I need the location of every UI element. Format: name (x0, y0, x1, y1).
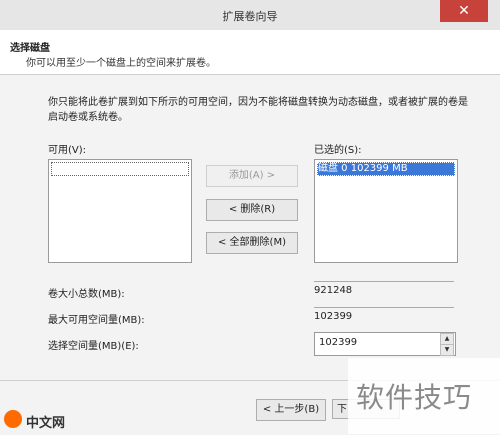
selected-label: 已选的(S): (314, 145, 362, 156)
select-space-value: 102399 (319, 337, 358, 348)
add-button[interactable]: 添加(A) > (206, 165, 298, 187)
spin-down-arrow-icon[interactable]: ▼ (440, 344, 454, 356)
header-title: 选择磁盘 (10, 43, 50, 54)
available-label: 可用(V): (48, 145, 87, 156)
site-logo: 中文网 (2, 408, 82, 432)
total-size-label: 卷大小总数(MB): (48, 289, 125, 300)
description-text: 你只能将此卷扩展到如下所示的可用空间，因为不能将磁盘转换为动态磁盘，或者被扩展的… (48, 97, 468, 123)
close-button[interactable]: ✕ (440, 0, 488, 22)
max-space-value: 102399 (314, 307, 454, 324)
max-space-label: 最大可用空间量(MB): (48, 315, 145, 326)
wizard-header: 选择磁盘 你可以用至少一个磁盘上的空间来扩展卷。 (0, 30, 500, 75)
remove-button[interactable]: < 删除(R) (206, 199, 298, 221)
header-subtitle: 你可以用至少一个磁盘上的空间来扩展卷。 (26, 58, 216, 69)
logo-text: 中文网 (26, 416, 66, 431)
available-listbox[interactable] (48, 159, 192, 263)
title-bar: 扩展卷向导 ✕ (0, 0, 500, 30)
selected-listbox[interactable]: 磁盘 0 102399 MB (314, 159, 458, 263)
watermark-text: 软件技巧 (356, 381, 473, 414)
logo-icon (4, 410, 22, 428)
remove-all-button[interactable]: < 全部删除(M) (206, 232, 298, 254)
back-button[interactable]: < 上一步(B) (256, 399, 326, 421)
watermark: 软件技巧 (348, 358, 500, 434)
total-size-value: 921248 (314, 281, 454, 298)
select-space-spinner[interactable]: 102399 ▲ ▼ (314, 332, 456, 356)
available-list-item[interactable] (51, 162, 189, 176)
wizard-body: 你只能将此卷扩展到如下所示的可用空间，因为不能将磁盘转换为动态磁盘，或者被扩展的… (0, 75, 500, 380)
selected-list-item[interactable]: 磁盘 0 102399 MB (317, 162, 455, 176)
select-space-label: 选择空间量(MB)(E): (48, 341, 139, 352)
window-title: 扩展卷向导 (222, 10, 278, 23)
